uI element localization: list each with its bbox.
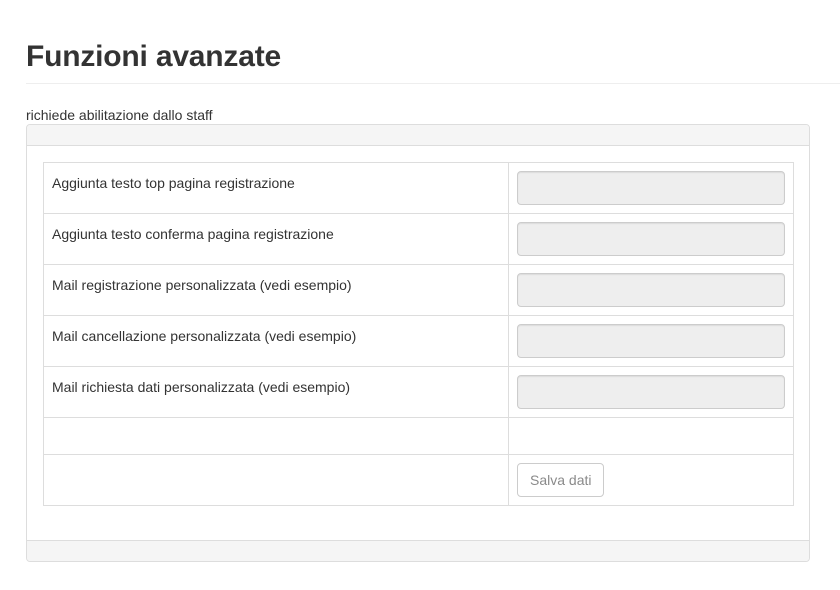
- top-text-input[interactable]: [517, 171, 785, 205]
- settings-table: Aggiunta testo top pagina registrazione …: [43, 162, 794, 506]
- empty-cell: [43, 454, 509, 506]
- save-button[interactable]: Salva dati: [517, 463, 605, 497]
- title-divider: [26, 83, 840, 84]
- registration-mail-input[interactable]: [517, 273, 785, 307]
- button-cell: Salva dati: [508, 454, 794, 506]
- page-title: Funzioni avanzate: [26, 40, 281, 73]
- row-label: Mail cancellazione personalizzata (vedi …: [43, 315, 509, 367]
- field-cell: [508, 213, 794, 265]
- panel-footer: [27, 540, 809, 561]
- row-label: Aggiunta testo top pagina registrazione: [43, 162, 509, 214]
- table-row: Aggiunta testo conferma pagina registraz…: [43, 213, 794, 265]
- field-cell: [508, 264, 794, 316]
- empty-cell: [508, 417, 794, 455]
- row-label: Aggiunta testo conferma pagina registraz…: [43, 213, 509, 265]
- field-cell: [508, 315, 794, 367]
- confirm-text-input[interactable]: [517, 222, 785, 256]
- row-label: Mail richiesta dati personalizzata (vedi…: [43, 366, 509, 418]
- table-row: Mail registrazione personalizzata (vedi …: [43, 264, 794, 316]
- settings-panel: Aggiunta testo top pagina registrazione …: [26, 124, 810, 562]
- empty-cell: [43, 417, 509, 455]
- row-label: Mail registrazione personalizzata (vedi …: [43, 264, 509, 316]
- cancellation-mail-input[interactable]: [517, 324, 785, 358]
- panel-header: [27, 125, 809, 146]
- table-row: Aggiunta testo top pagina registrazione: [43, 162, 794, 214]
- staff-enable-note: richiede abilitazione dallo staff: [26, 107, 213, 123]
- empty-row: [43, 417, 794, 455]
- field-cell: [508, 162, 794, 214]
- field-cell: [508, 366, 794, 418]
- button-row: Salva dati: [43, 454, 794, 506]
- table-row: Mail richiesta dati personalizzata (vedi…: [43, 366, 794, 418]
- page: Funzioni avanzate richiede abilitazione …: [0, 0, 840, 590]
- data-request-mail-input[interactable]: [517, 375, 785, 409]
- table-row: Mail cancellazione personalizzata (vedi …: [43, 315, 794, 367]
